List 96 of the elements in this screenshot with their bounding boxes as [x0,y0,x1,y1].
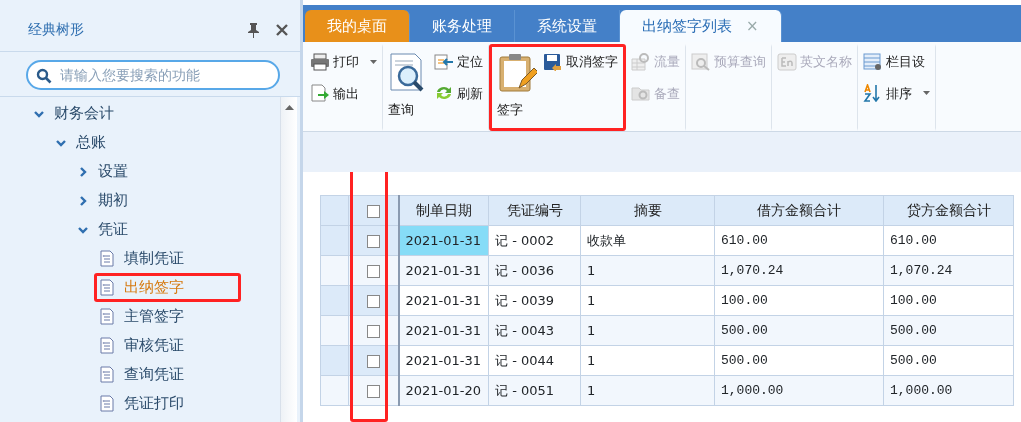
column-header[interactable]: 贷方金额合计 [883,195,1014,226]
toolbar-button[interactable]: 排序 [862,82,931,104]
table-cell: 2021-01-31 [398,255,489,286]
tree-item[interactable]: 期初 [78,186,134,215]
table-cell: 500.00 [883,315,1014,346]
document-icon [100,337,114,354]
document-icon [100,395,114,412]
checkbox[interactable] [366,324,380,338]
sort-icon [863,84,883,103]
toolbar-button[interactable]: 取消签字 [542,51,619,73]
table-cell: 记 - 0002 [488,225,581,256]
caret-down-icon [923,91,930,96]
table-cell: 1,000.00 [714,375,884,406]
caret-right-icon[interactable] [78,195,88,206]
search-icon [36,68,52,84]
table-cell: 1,000.00 [883,375,1014,406]
table-cell: 1 [580,375,715,406]
toolbar-button: 预算查询 [690,51,767,73]
table-cell: 1,070.24 [714,255,884,286]
pin-icon[interactable] [247,21,260,38]
caret-down-icon [370,59,377,64]
panel-title: 经典树形 [28,20,85,39]
toolbar-button: 备查 [630,82,681,104]
checkbox[interactable] [366,354,380,368]
tree-item[interactable]: 查询凭证 [100,360,190,389]
grid-search-icon [631,52,651,71]
table-cell: 记 - 0039 [488,285,581,316]
table-cell: 2021-01-31 [398,285,489,316]
toolbar-button: 流量 [630,51,681,73]
table-cell: 1 [580,315,715,346]
tree-item[interactable]: 财务会计 [34,99,120,128]
toolbar-button[interactable]: 栏目设 [862,51,931,73]
column-header[interactable]: 摘要 [580,195,715,226]
caret-right-icon[interactable] [78,166,88,177]
toolbar-button[interactable]: 打印 [309,51,378,73]
tree-item[interactable]: 填制凭证 [100,244,190,273]
checkbox[interactable] [366,264,380,278]
tab[interactable]: 出纳签字列表 × [620,10,782,42]
caret-down-icon[interactable] [56,137,66,148]
column-header[interactable]: 凭证编号 [488,195,581,226]
magnifier-document-icon [691,52,711,71]
locate-icon [434,52,454,71]
toolbar-button[interactable]: 签字 [496,51,538,124]
document-icon [100,279,114,296]
scrollbar[interactable] [280,97,297,422]
toolbar-button: 英文名称 [776,51,853,73]
checkbox[interactable] [366,384,380,398]
table-cell: 1 [580,255,715,286]
column-header[interactable]: 借方金额合计 [714,195,884,226]
toolbar-button[interactable]: 输出 [309,82,378,104]
folder-search-icon [631,84,651,103]
table-cell: 500.00 [714,315,884,346]
toolbar-button[interactable]: 查询 [387,51,429,124]
tree-item[interactable]: 总账 [56,128,112,157]
table-cell: 记 - 0036 [488,255,581,286]
table-cell: 610.00 [883,225,1014,256]
table-cell: 2021-01-20 [398,375,489,406]
table-cell: 1 [580,285,715,316]
checkbox[interactable] [366,204,380,218]
search-field[interactable]: 请输入您要搜索的功能 [26,60,280,90]
tree-item[interactable]: 凭证 [78,215,134,244]
table-cell: 1 [580,345,715,376]
table-cell: 500.00 [714,345,884,376]
table-cell: 记 - 0051 [488,375,581,406]
table-cell: 100.00 [883,285,1014,316]
clipboard-pencil-icon [497,52,537,94]
export-icon [310,84,330,103]
tree-item[interactable]: 主管签字 [100,302,190,331]
tree-item[interactable]: 设置 [78,157,134,186]
toolbar-button[interactable]: 定位 [433,51,484,73]
table-cell: 2021-01-31 [398,315,489,346]
checkbox[interactable] [366,234,380,248]
table-cell: 2021-01-31 [398,345,489,376]
table-cell: 610.00 [714,225,884,256]
caret-down-icon[interactable] [34,108,44,119]
document-icon [100,366,114,383]
checkbox[interactable] [366,294,380,308]
table-cell: 记 - 0043 [488,315,581,346]
printer-icon [310,52,330,71]
table-cell: 2021-01-31 [398,225,489,256]
toolbar-button[interactable]: 刷新 [433,82,484,104]
close-icon[interactable] [276,23,288,36]
caret-down-icon[interactable] [78,224,88,235]
column-header[interactable]: 制单日期 [398,195,489,226]
table-cell: 500.00 [883,345,1014,376]
document-icon [100,250,114,267]
tree-item[interactable]: 审核凭证 [100,331,190,360]
table-cell: 1,070.24 [883,255,1014,286]
table-cell: 收款单 [580,225,715,256]
table-cell: 100.00 [714,285,884,316]
scroll-up-icon[interactable] [284,105,294,111]
letters-en-icon [777,52,797,71]
table-cell: 记 - 0044 [488,345,581,376]
tree-item[interactable]: 凭证打印 [100,389,190,418]
document-icon [100,308,114,325]
column-settings-icon [863,52,883,71]
